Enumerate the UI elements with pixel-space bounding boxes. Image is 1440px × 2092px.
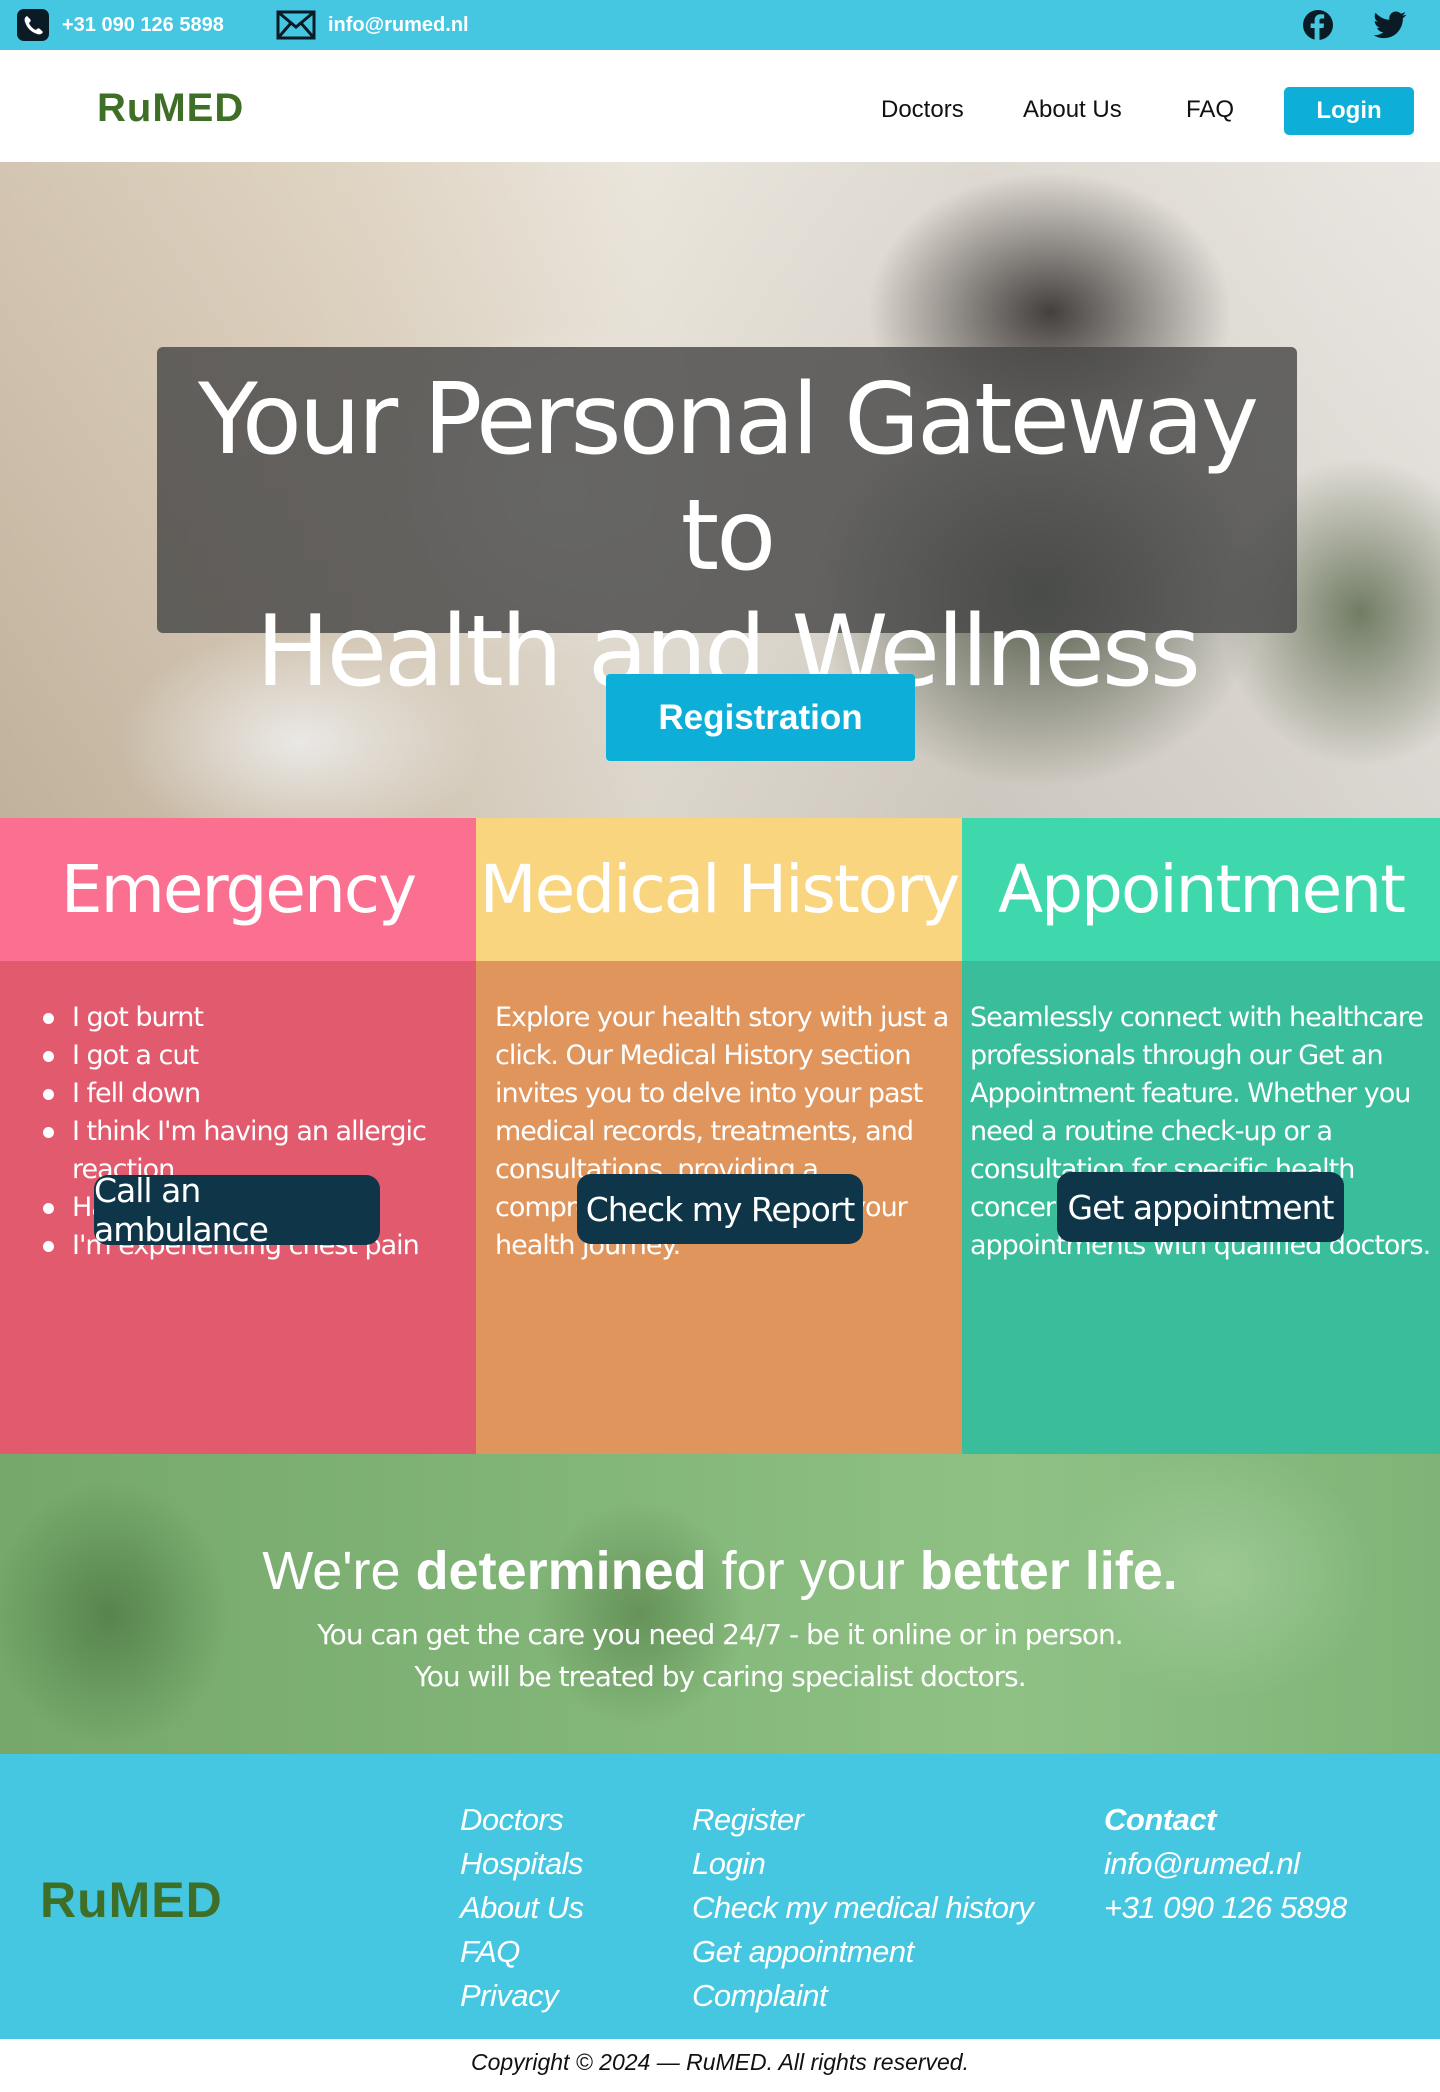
headline-bold-2: better life.: [919, 1541, 1178, 1601]
footer-contact-phone[interactable]: +31 090 126 5898: [1104, 1886, 1347, 1930]
hero-section: Your Personal Gateway to Health and Well…: [0, 162, 1440, 818]
medical-history-title: Medical History: [476, 818, 962, 961]
list-item[interactable]: I fell down: [40, 1075, 460, 1113]
phone-number: +31 090 126 5898: [62, 13, 224, 36]
twitter-link[interactable]: [1373, 9, 1407, 41]
footer-links-column-2: Register Login Check my medical history …: [692, 1798, 1034, 2018]
footer-link-hospitals[interactable]: Hospitals: [460, 1842, 584, 1886]
emergency-card: Emergency I got burnt I got a cut I fell…: [0, 818, 476, 1454]
phone-icon: [17, 9, 49, 41]
get-appointment-button[interactable]: Get appointment: [1057, 1172, 1344, 1242]
medical-history-card: Medical History Explore your health stor…: [476, 818, 962, 1454]
footer-link-register[interactable]: Register: [692, 1798, 1033, 1842]
check-report-button[interactable]: Check my Report: [577, 1174, 863, 1244]
hero-title: Your Personal Gateway to Health and Well…: [157, 362, 1297, 710]
emergency-body: I got burnt I got a cut I fell down I th…: [0, 961, 476, 1454]
nav-link-doctors[interactable]: Doctors: [881, 96, 964, 124]
footer-link-login[interactable]: Login: [692, 1842, 1033, 1886]
brand-logo[interactable]: RuMED: [97, 86, 244, 131]
list-item[interactable]: I got burnt: [40, 999, 460, 1037]
email-address: info@rumed.nl: [328, 13, 469, 36]
appointment-body: Seamlessly connect with healthcare profe…: [962, 961, 1440, 1454]
main-navigation: RuMED Doctors About Us FAQ Login: [0, 50, 1440, 162]
footer-link-privacy[interactable]: Privacy: [460, 1974, 584, 2018]
footer-link-medical-history[interactable]: Check my medical history: [692, 1886, 1034, 1930]
emergency-title: Emergency: [0, 818, 476, 961]
footer-links-column-1: Doctors Hospitals About Us FAQ Privacy: [460, 1798, 584, 2018]
registration-button[interactable]: Registration: [606, 674, 915, 761]
facebook-link[interactable]: [1301, 9, 1335, 41]
nav-link-faq[interactable]: FAQ: [1186, 96, 1234, 124]
footer: RuMED Doctors Hospitals About Us FAQ Pri…: [0, 1754, 1440, 2039]
copyright-text: Copyright © 2024 — RuMED. All rights res…: [470, 2049, 969, 2075]
footer-link-doctors[interactable]: Doctors: [460, 1798, 584, 1842]
twitter-icon: [1373, 11, 1407, 39]
appointment-title: Appointment: [962, 818, 1440, 961]
mission-subtitle-1: You can get the care you need 24/7 - be …: [317, 1618, 1123, 1651]
mission-subtitle-2: You will be treated by caring specialist…: [414, 1660, 1026, 1693]
headline-text-2: for your: [706, 1541, 920, 1601]
footer-contact-title: Contact: [1104, 1802, 1216, 1837]
footer-link-get-appointment[interactable]: Get appointment: [692, 1930, 1033, 1974]
login-button[interactable]: Login: [1284, 87, 1414, 135]
hero-title-line-1: Your Personal Gateway to: [197, 363, 1259, 593]
call-ambulance-button[interactable]: Call an ambulance: [94, 1171, 380, 1249]
envelope-icon: [276, 10, 316, 40]
headline-text-1: We're: [262, 1541, 416, 1601]
footer-link-about-us[interactable]: About Us: [460, 1886, 584, 1930]
top-info-bar: +31 090 126 5898 info@rumed.nl: [0, 0, 1440, 50]
list-item[interactable]: I got a cut: [40, 1037, 460, 1075]
facebook-icon: [1303, 10, 1333, 41]
medical-history-body: Explore your health story with just a cl…: [476, 961, 962, 1454]
appointment-card: Appointment Seamlessly connect with heal…: [962, 818, 1440, 1454]
phone-contact[interactable]: +31 090 126 5898: [16, 0, 224, 50]
footer-contact-email[interactable]: info@rumed.nl: [1104, 1842, 1347, 1886]
mission-banner: We're determined for your better life. Y…: [0, 1454, 1440, 1754]
footer-brand-logo[interactable]: RuMED: [40, 1871, 223, 1929]
footer-contact-column: Contact info@rumed.nl +31 090 126 5898: [1104, 1798, 1347, 1930]
footer-link-complaint[interactable]: Complaint: [692, 1974, 1033, 2018]
footer-link-faq[interactable]: FAQ: [460, 1930, 584, 1974]
nav-link-about-us[interactable]: About Us: [1023, 96, 1122, 124]
mission-headline: We're determined for your better life.: [0, 1540, 1440, 1602]
headline-bold-1: determined: [415, 1541, 707, 1601]
email-contact[interactable]: info@rumed.nl: [276, 0, 469, 50]
